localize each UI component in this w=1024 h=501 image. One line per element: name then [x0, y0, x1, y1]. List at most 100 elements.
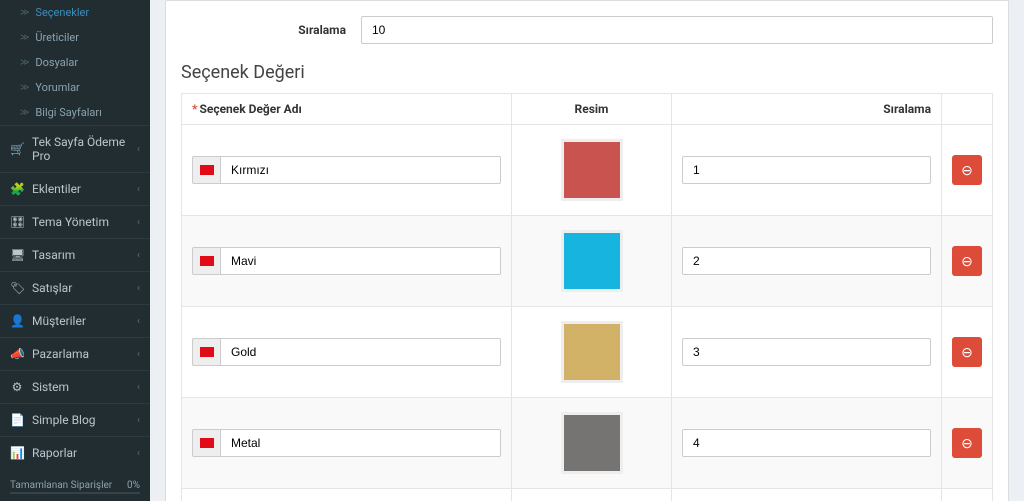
chevron-left-icon: ‹ — [137, 382, 140, 393]
sidebar-sub-label: Yorumlar — [35, 81, 79, 94]
sidebar-item-customers[interactable]: 👤 Müşteriler ‹ — [0, 304, 150, 337]
menu-icon: 👤 — [10, 314, 24, 328]
stat-value: 0% — [127, 480, 140, 491]
chevron-left-icon: ‹ — [137, 415, 140, 426]
th-sort: Sıralama — [672, 94, 942, 125]
menu-icon: 🏷 — [10, 281, 24, 295]
option-name-input[interactable] — [220, 156, 501, 184]
th-image: Resim — [512, 94, 672, 125]
sidebar-item-blog[interactable]: 📄 Simple Blog ‹ — [0, 403, 150, 436]
option-sort-input[interactable] — [682, 156, 931, 184]
th-name: *Seçenek Değer Adı — [182, 94, 512, 125]
table-row: ⊖ — [182, 307, 993, 398]
menu-icon: 📄 — [10, 413, 24, 427]
language-flag-icon — [192, 429, 220, 457]
language-flag-icon — [192, 338, 220, 366]
chevron-left-icon: ‹ — [137, 283, 140, 294]
chevron-right-icon: ≫ — [20, 33, 29, 43]
sidebar: ≫Seçenekler≫Üreticiler≫Dosyalar≫Yorumlar… — [0, 0, 150, 501]
table-row: ⊖ — [182, 398, 993, 489]
minus-circle-icon: ⊖ — [961, 435, 973, 452]
menu-icon: 🧩 — [10, 182, 24, 196]
chevron-left-icon: ‹ — [137, 349, 140, 360]
color-swatch[interactable] — [561, 139, 623, 201]
option-name-input[interactable] — [220, 338, 501, 366]
chevron-left-icon: ‹ — [137, 217, 140, 228]
remove-button[interactable]: ⊖ — [952, 155, 982, 185]
sidebar-item-label: Satışlar — [32, 281, 72, 295]
option-values-tbody: ⊖ ⊖ ⊖ ⊖ ⊖ — [182, 125, 993, 501]
sidebar-item-label: Raporlar — [32, 446, 77, 460]
language-flag-icon — [192, 156, 220, 184]
minus-circle-icon: ⊖ — [961, 344, 973, 361]
sidebar-item-theme[interactable]: 🎛 Tema Yönetim ‹ — [0, 205, 150, 238]
color-swatch[interactable] — [561, 230, 623, 292]
table-row: ⊖ — [182, 125, 993, 216]
minus-circle-icon: ⊖ — [961, 162, 973, 179]
sidebar-item-label: Eklentiler — [32, 182, 81, 196]
panel: Sıralama Seçenek Değeri *Seçenek Değer A… — [165, 0, 1009, 501]
chevron-left-icon: ‹ — [137, 250, 140, 261]
sidebar-item-label: Tek Sayfa Ödeme Pro — [32, 135, 129, 163]
sidebar-item-marketing[interactable]: 📣Pazarlama‹ — [0, 337, 150, 370]
menu-icon: 🛒 — [10, 142, 24, 156]
chevron-left-icon: ‹ — [137, 448, 140, 459]
sidebar-item-system[interactable]: ⚙ Sistem ‹ — [0, 370, 150, 403]
chevron-left-icon: ‹ — [137, 316, 140, 327]
sidebar-item-label: Müşteriler — [32, 314, 86, 328]
sort-order-input[interactable] — [361, 16, 993, 44]
option-sort-input[interactable] — [682, 429, 931, 457]
sidebar-item-onepage[interactable]: 🛒 Tek Sayfa Ödeme Pro ‹ — [0, 125, 150, 172]
table-row: ⊖ — [182, 489, 993, 501]
option-sort-input[interactable] — [682, 247, 931, 275]
th-actions — [942, 94, 993, 125]
language-flag-icon — [192, 247, 220, 275]
sort-order-row: Sıralama — [181, 16, 993, 44]
stat-row: Tamamlanan Siparişler 0% — [10, 477, 140, 492]
sidebar-item-label: Simple Blog — [32, 413, 96, 427]
option-sort-input[interactable] — [682, 338, 931, 366]
chevron-right-icon: ≫ — [20, 83, 29, 93]
sidebar-item-reports[interactable]: 📊 Raporlar ‹ — [0, 436, 150, 469]
sidebar-item-label: Tasarım — [32, 248, 75, 262]
chevron-left-icon: ‹ — [137, 144, 140, 155]
sidebar-sub-options[interactable]: ≫ Seçenekler — [0, 0, 150, 25]
sidebar-stats: Tamamlanan Siparişler0%Hazırlanan Sipari… — [0, 469, 150, 501]
menu-icon: 🎛 — [10, 215, 24, 229]
menu-icon: 📊 — [10, 446, 24, 460]
sidebar-sub-list: ≫Seçenekler≫Üreticiler≫Dosyalar≫Yorumlar… — [0, 0, 150, 125]
sidebar-sub-label: Dosyalar — [35, 56, 78, 69]
sidebar-sub-label: Bilgi Sayfaları — [35, 106, 101, 119]
chevron-right-icon: ≫ — [20, 58, 29, 68]
chevron-right-icon: ≫ — [20, 108, 29, 118]
color-swatch[interactable] — [561, 412, 623, 474]
sidebar-sub-manufacturers[interactable]: ≫Üreticiler — [0, 25, 150, 50]
option-name-input[interactable] — [220, 247, 501, 275]
menu-icon: ⚙ — [10, 380, 24, 394]
remove-button[interactable]: ⊖ — [952, 337, 982, 367]
main-content: Sıralama Seçenek Değeri *Seçenek Değer A… — [150, 0, 1024, 501]
chevron-left-icon: ‹ — [137, 184, 140, 195]
color-swatch[interactable] — [561, 321, 623, 383]
sidebar-item-label: Tema Yönetim — [32, 215, 109, 229]
remove-button[interactable]: ⊖ — [952, 428, 982, 458]
sidebar-item-extensions[interactable]: 🧩 Eklentiler ‹ — [0, 172, 150, 205]
menu-icon: 🖥 — [10, 248, 24, 262]
sidebar-sub-information[interactable]: ≫ Bilgi Sayfaları — [0, 100, 150, 125]
stat-bar — [10, 492, 140, 494]
sidebar-item-label: Pazarlama — [32, 347, 89, 361]
sidebar-main-list: 🛒 Tek Sayfa Ödeme Pro ‹ 🧩 Eklentiler ‹ 🎛 Tema Y… — [0, 125, 150, 469]
option-values-table: *Seçenek Değer Adı Resim Sıralama ⊖ ⊖ ⊖ ⊖ ⊖ — [181, 93, 993, 501]
chevron-right-icon: ≫ — [20, 8, 29, 18]
sidebar-item-sales[interactable]: 🏷 Satışlar ‹ — [0, 271, 150, 304]
sidebar-item-label: Sistem — [32, 380, 69, 394]
table-row: ⊖ — [182, 216, 993, 307]
stat-label: Tamamlanan Siparişler — [10, 480, 112, 491]
remove-button[interactable]: ⊖ — [952, 246, 982, 276]
sidebar-sub-downloads[interactable]: ≫ Dosyalar — [0, 50, 150, 75]
minus-circle-icon: ⊖ — [961, 253, 973, 270]
sidebar-sub-label: Seçenekler — [35, 6, 89, 19]
sidebar-sub-reviews[interactable]: ≫ Yorumlar — [0, 75, 150, 100]
option-name-input[interactable] — [220, 429, 501, 457]
sidebar-item-design[interactable]: 🖥 Tasarım ‹ — [0, 238, 150, 271]
